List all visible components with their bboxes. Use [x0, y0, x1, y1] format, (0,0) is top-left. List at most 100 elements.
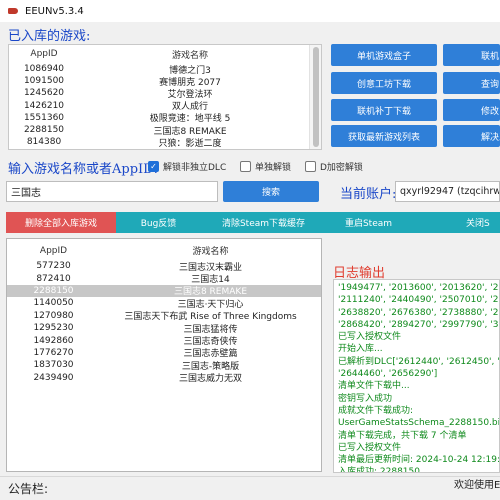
log-output[interactable]: '1949477', '2013600', '2013620', '2013 '2…: [333, 279, 500, 473]
account-field[interactable]: qxyrl92947 (tzqcihrwm: [395, 181, 500, 202]
installed-row-name: 博德之门3: [169, 65, 211, 76]
result-row-appid: 1776270: [33, 347, 74, 358]
d-encrypt-checkbox[interactable]: D加密解锁: [305, 160, 363, 173]
single-unlock-checkbox[interactable]: 单独解锁: [240, 160, 291, 173]
installed-row[interactable]: 814380 只狼：影逝二度: [9, 136, 321, 149]
installed-games-list[interactable]: AppID 游戏名称 1086940 博德之门3 1091500 赛博朋克 2077 1…: [8, 44, 322, 150]
notice-label: 公告栏:: [8, 482, 49, 496]
log-line: '2111240', '2440490', '2507010', '2614: [338, 295, 500, 306]
log-line: 入库成功: 2288150: [338, 467, 420, 473]
result-row[interactable]: 1295230 三国志猛将传: [7, 322, 321, 335]
input-label: 输入游戏名称或者AppID:: [8, 162, 158, 177]
installed-row[interactable]: 1086940 博德之门3: [9, 63, 321, 76]
log-line: '1949477', '2013600', '2013620', '2013: [338, 283, 500, 293]
result-row-appid: 2288150: [33, 285, 74, 296]
installed-col-appid[interactable]: AppID: [9, 49, 79, 59]
result-row-name: 三国志奇侠传: [183, 337, 238, 348]
log-line: 密钥写入成功: [338, 393, 393, 404]
result-row-name: 三国志汉末霸业: [178, 262, 242, 273]
installed-row-name: 三国志8 REMAKE: [153, 126, 227, 137]
search-button[interactable]: 搜索: [223, 181, 319, 202]
installed-row-name: 极限竞速：地平线 5: [149, 114, 231, 125]
log-line: 清单文件下载中...: [338, 381, 410, 392]
right-button-2-a[interactable]: 联机补丁下载: [331, 99, 437, 121]
installed-row-name: 艾尔登法环: [167, 89, 213, 100]
installed-row[interactable]: 1551360 极限竞速：地平线 5: [9, 112, 321, 125]
right-button-3-b[interactable]: 解决工具: [443, 125, 500, 147]
result-row-name: 三国志14: [191, 275, 230, 286]
checkmark-icon: ✓: [148, 161, 159, 172]
welcome-text: 欢迎使用E: [454, 480, 500, 491]
bottom-divider: [0, 476, 500, 477]
result-row-name: 三国志猛将传: [183, 324, 238, 335]
results-list-header: AppID 游戏名称: [7, 239, 321, 260]
right-button-1-a[interactable]: 创意工坊下载: [331, 72, 437, 94]
installed-row-appid: 1551360: [23, 112, 65, 123]
bug-report-button[interactable]: Bug反馈: [116, 212, 201, 233]
single-unlock-label: 单独解锁: [255, 163, 292, 173]
result-row[interactable]: 1140050 三国志·天下归心: [7, 297, 321, 310]
log-line: '2638820', '2676380', '2738880', '2814: [338, 307, 500, 318]
d-encrypt-label: D加密解锁: [320, 163, 363, 173]
result-row-appid: 2439490: [33, 372, 74, 383]
installed-row-appid: 1245620: [23, 88, 65, 99]
result-row-appid: 1837030: [33, 360, 74, 371]
log-line: 清单最后更新时间: 2024-10-24 12:19:2: [338, 455, 500, 466]
result-row[interactable]: 1270980 三国志天下布武 Rise of Three Kingdoms: [7, 310, 321, 323]
result-row[interactable]: 577230 三国志汉末霸业: [7, 260, 321, 273]
result-row-name: 三国志-策略版: [181, 361, 240, 372]
result-row-name: 三国志威力无双: [178, 374, 242, 385]
log-line: 已解析到DLC['2612440', '2612450', '26: [338, 356, 500, 367]
result-row[interactable]: 872410 三国志14: [7, 272, 321, 286]
result-row[interactable]: 2288150 三国志8 REMAKE: [7, 284, 321, 298]
installed-scrollbar[interactable]: [309, 45, 321, 149]
installed-row[interactable]: 2288150 三国志8 REMAKE: [9, 124, 321, 137]
results-col-name[interactable]: 游戏名称: [100, 244, 321, 257]
window-title: EEUNv5.3.4: [25, 5, 84, 17]
result-row-name: 三国志8 REMAKE: [173, 287, 248, 298]
app-logo-icon: [8, 6, 18, 16]
result-row[interactable]: 2439490 三国志威力无双: [7, 372, 321, 385]
action-bar: 删除全部入库游戏 Bug反馈 清除Steam下载缓存 重启Steam 关闭S: [6, 212, 500, 233]
result-row-name: 三国志赤壁篇: [183, 349, 238, 360]
log-line: 清单下载完成，共下载 7 个清单: [338, 430, 467, 441]
installed-row-appid: 1091500: [23, 76, 65, 87]
clear-all-button[interactable]: 删除全部入库游戏: [6, 212, 116, 233]
installed-scroll-thumb[interactable]: [313, 47, 319, 147]
log-line: 成就文件下载成功:: [338, 405, 414, 416]
close-steam-button[interactable]: 关闭S: [466, 212, 500, 233]
unlock-dlc-checkbox[interactable]: ✓ 解锁非独立DLC: [148, 160, 226, 173]
result-row-name: 三国志·天下归心: [177, 299, 244, 310]
result-row[interactable]: 1837030 三国志-策略版: [7, 359, 321, 372]
installed-row[interactable]: 1091500 赛博朋克 2077: [9, 75, 321, 88]
result-row[interactable]: 1776270 三国志赤壁篇: [7, 347, 321, 360]
clear-steam-cache-button[interactable]: 清除Steam下载缓存: [201, 212, 326, 233]
installed-row[interactable]: 1245620 艾尔登法环: [9, 87, 321, 100]
right-button-0-a[interactable]: 单机游戏盒子: [331, 44, 437, 66]
right-button-0-b[interactable]: 联机: [443, 44, 500, 66]
installed-row-appid: 1086940: [23, 64, 65, 75]
installed-row-appid: 2288150: [23, 125, 65, 136]
result-row-appid: 872410: [36, 273, 71, 284]
result-row-name: 三国志天下布武 Rise of Three Kingdoms: [124, 312, 297, 323]
search-results-list[interactable]: AppID 游戏名称 577230 三国志汉末霸业 872410 三国志14 22881…: [6, 238, 322, 472]
result-row-appid: 577230: [36, 261, 71, 272]
log-line: 已写入授权文件: [338, 332, 402, 343]
installed-games-label: 已入库的游戏:: [8, 29, 91, 44]
result-row-appid: 1492860: [33, 335, 74, 346]
results-col-appid[interactable]: AppID: [7, 246, 100, 256]
result-row-appid: 1270980: [33, 310, 74, 321]
installed-row-name: 赛博朋克 2077: [159, 77, 221, 88]
right-button-3-a[interactable]: 获取最新游戏列表: [331, 125, 437, 147]
result-row[interactable]: 1492860 三国志奇侠传: [7, 334, 321, 348]
restart-steam-button[interactable]: 重启Steam: [326, 212, 411, 233]
unlock-dlc-label: 解锁非独立DLC: [163, 163, 227, 173]
search-input[interactable]: 三国志: [6, 181, 218, 202]
installed-col-name[interactable]: 游戏名称: [79, 48, 321, 61]
log-line: 开始入库...: [338, 344, 383, 355]
installed-row[interactable]: 1426210 双人成行: [9, 100, 321, 113]
right-button-1-b[interactable]: 查询: [443, 72, 500, 94]
right-button-2-b[interactable]: 修改: [443, 99, 500, 121]
installed-list-header: AppID 游戏名称: [9, 45, 321, 63]
title-bar: EEUNv5.3.4: [0, 0, 500, 22]
